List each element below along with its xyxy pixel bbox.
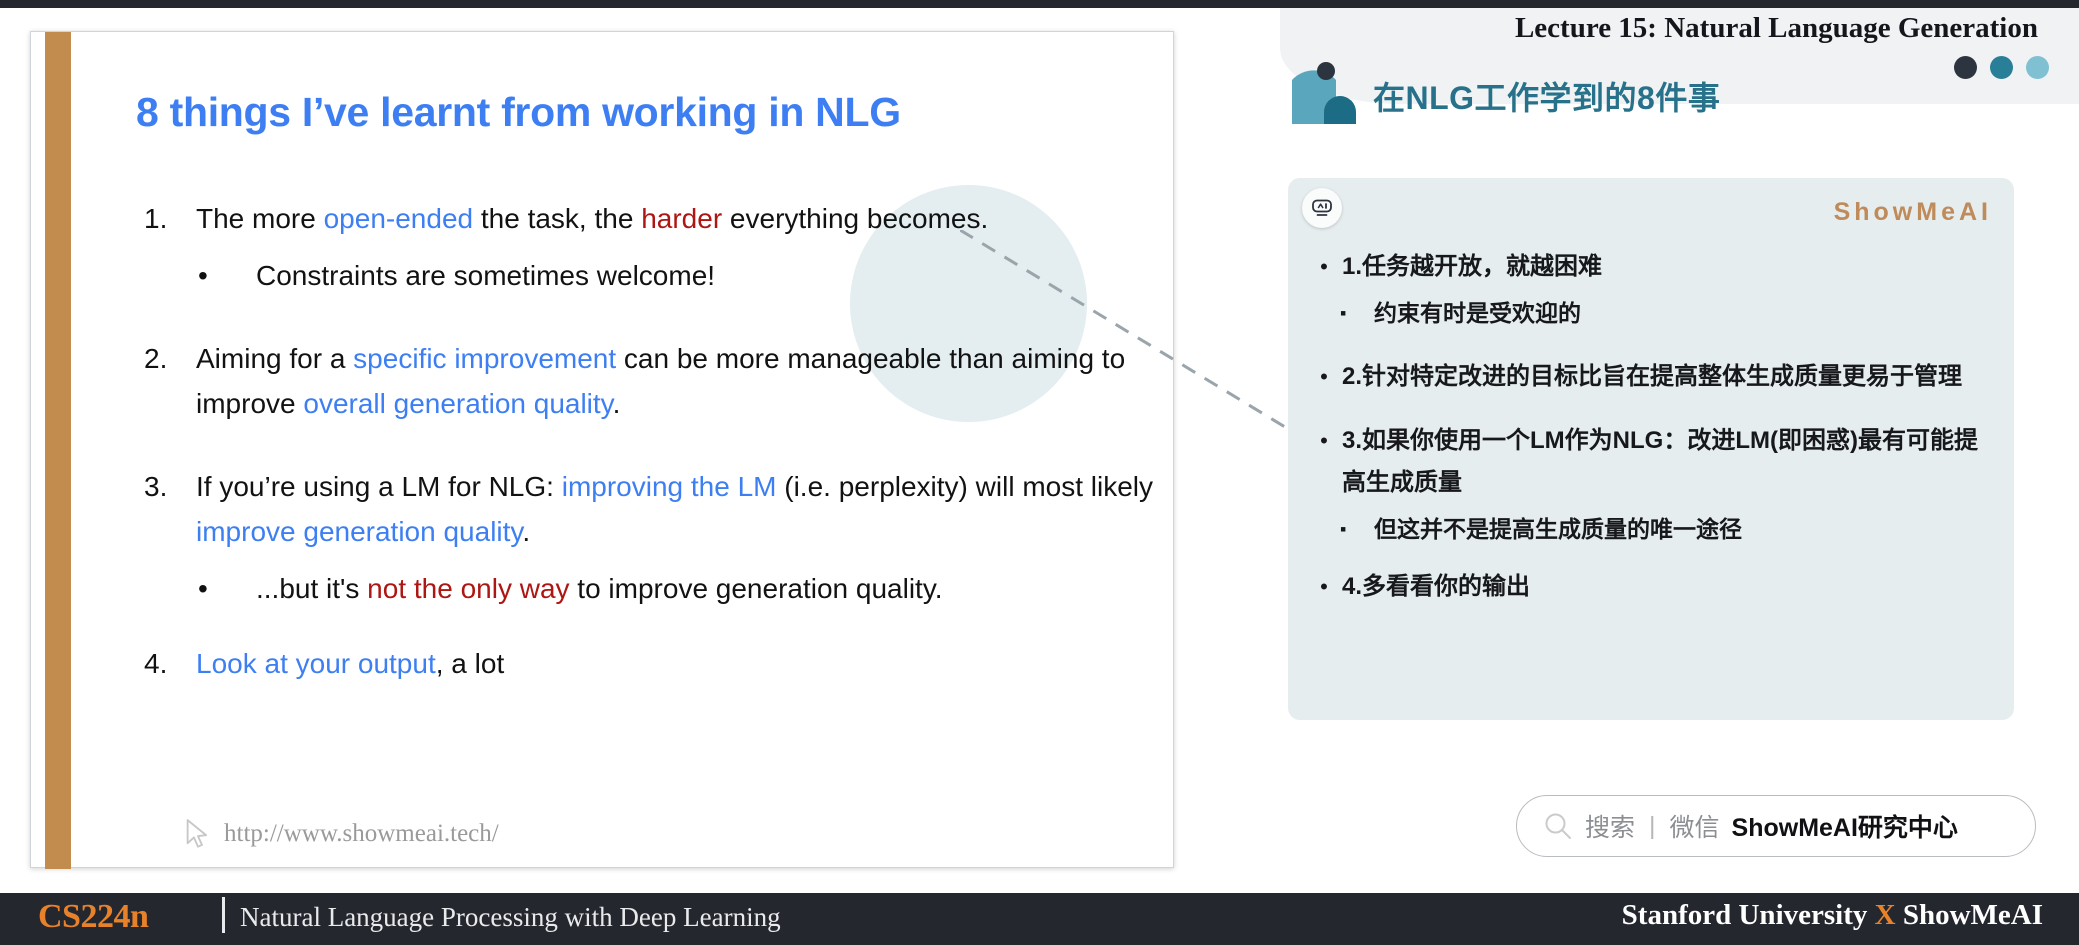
rt-red: harder: [641, 203, 723, 234]
panel-title-cn: 在NLG工作学到的8件事: [1373, 80, 1721, 116]
search-divider: |: [1649, 811, 1656, 840]
showmeai-logo-icon: [1292, 62, 1356, 124]
rt-blue: open-ended: [323, 203, 474, 234]
list-item: 3. If you’re using a LM for NLG: improvi…: [136, 464, 1156, 554]
rt: Aiming for a: [196, 343, 354, 374]
list-item-text: Look at your output, a lot: [196, 641, 504, 686]
dot-2: [1990, 56, 2013, 79]
search-icon: [1545, 813, 1571, 839]
page-title: 8 things I’ve learnt from working in NLG: [136, 89, 901, 135]
list-item-text: 3.如果你使用一个LM作为NLG：改进LM(即困惑)最有可能提高生成质量: [1342, 427, 1978, 496]
list-item-text: If you’re using a LM for NLG: improving …: [196, 464, 1156, 554]
sub-list-item-text: ...but it's not the only way to improve …: [256, 566, 943, 611]
watermark-url-row: http://www.showmeai.tech/: [184, 819, 499, 849]
rt: (i.e. perplexity) will most likely: [776, 471, 1154, 502]
bullet-glyph: •: [1320, 574, 1328, 599]
list-item: • 2.针对特定改进的目标比旨在提高整体生成质量更易于管理: [1306, 356, 1996, 398]
rt: ...but it's: [256, 573, 368, 604]
decorative-dots: [1954, 56, 2050, 80]
course-code: CS224n: [38, 898, 149, 935]
footer-divider: [222, 897, 225, 933]
org-right: ShowMeAI: [1895, 899, 2043, 931]
brand-wordmark: ShowMeAI: [1833, 198, 1992, 226]
wechat-search-bar[interactable]: 搜索 | 微信 ShowMeAI研究中心: [1516, 795, 2036, 857]
summary-list: • 1.任务越开放，就越困难 ▪ 约束有时是受欢迎的 • 2.针对特定改进的目标…: [1306, 246, 1996, 608]
dot-1: [1954, 56, 1977, 79]
sub-list-item: • ...but it's not the only way to improv…: [136, 566, 1156, 611]
list-item-text: 1.任务越开放，就越困难: [1342, 253, 1603, 280]
rt-red: not the only way: [367, 573, 570, 604]
bullet-glyph: ▪: [1340, 303, 1347, 323]
rt-blue: Look at your output: [196, 648, 436, 679]
list-item-text: 2.针对特定改进的目标比旨在提高整体生成质量更易于管理: [1342, 363, 1963, 390]
org-x: X: [1874, 899, 1896, 931]
list-item: • 1.任务越开放，就越困难: [1306, 246, 1996, 288]
list-item: • 4.多看看你的输出: [1306, 566, 1996, 608]
search-account: ShowMeAI研究中心: [1731, 814, 1958, 842]
list-item-number: 3.: [144, 471, 168, 502]
rt: .: [612, 388, 621, 419]
connector-line: [960, 230, 1290, 430]
summary-card: ShowMeAI • 1.任务越开放，就越困难 ▪ 约束有时是受欢迎的 • 2.…: [1288, 178, 2014, 720]
list-item-text: 4.多看看你的输出: [1342, 573, 1531, 600]
top-strip: [0, 0, 2079, 8]
rt: the task, the: [473, 203, 642, 234]
bullet-glyph: •: [1320, 364, 1328, 389]
slide-accent-bar: [45, 32, 71, 869]
list-item: • 3.如果你使用一个LM作为NLG：改进LM(即困惑)最有可能提高生成质量: [1306, 420, 1996, 504]
list-item-text: The more open-ended the task, the harder…: [196, 196, 988, 241]
rt: The more: [196, 203, 324, 234]
sub-list-item-text: 但这并不是提高生成质量的唯一途径: [1374, 516, 1742, 542]
bullet-glyph: •: [1320, 428, 1328, 453]
ai-robot-icon: [1312, 199, 1332, 216]
slide-canvas: 8 things I’ve learnt from working in NLG…: [0, 0, 2079, 945]
rt-blue: improving the LM: [561, 471, 777, 502]
list-item-number: 4.: [144, 648, 168, 679]
sub-list-item-text: Constraints are sometimes welcome!: [256, 260, 716, 291]
rt: everything becomes.: [722, 203, 989, 234]
bullet-glyph: •: [198, 573, 208, 604]
rt: .: [522, 516, 531, 547]
footer-org: Stanford University X ShowMeAI: [1622, 899, 2043, 932]
sub-list-item: ▪ 但这并不是提高生成质量的唯一途径: [1306, 508, 1996, 550]
dot-3: [2026, 56, 2049, 79]
lecture-title: Lecture 15: Natural Language Generation: [1514, 12, 2038, 44]
org-left: Stanford University: [1621, 899, 1875, 931]
course-name: Natural Language Processing with Deep Le…: [240, 902, 781, 932]
sub-list-item-text: 约束有时是受欢迎的: [1374, 300, 1581, 326]
rt-blue: improve generation quality: [196, 516, 523, 547]
bullet-glyph: •: [1320, 254, 1328, 279]
search-label: 搜索: [1585, 814, 1636, 842]
search-channel: 微信: [1669, 814, 1720, 842]
slide-body: 8 things I’ve learnt from working in NLG…: [106, 32, 1166, 869]
bullet-glyph: •: [198, 260, 208, 291]
sub-list-item: ▪ 约束有时是受欢迎的: [1306, 292, 1996, 334]
rt: , a lot: [435, 648, 505, 679]
watermark-url: http://www.showmeai.tech/: [224, 820, 499, 847]
list-item: 4. Look at your output, a lot: [136, 641, 1156, 686]
rt-blue: specific improvement: [353, 343, 617, 374]
bullet-glyph: ▪: [1340, 519, 1347, 539]
english-slide: 8 things I’ve learnt from working in NLG…: [30, 31, 1174, 869]
rt-blue: overall generation quality: [303, 388, 613, 419]
rt: to improve generation quality.: [569, 573, 943, 604]
list-item-number: 2.: [144, 343, 168, 374]
footer-bar: CS224n Natural Language Processing with …: [0, 893, 2079, 945]
list-item-number: 1.: [144, 203, 168, 234]
rt: If you’re using a LM for NLG:: [196, 471, 562, 502]
cursor-icon: [186, 819, 208, 848]
ai-robot-badge: [1302, 188, 1342, 228]
